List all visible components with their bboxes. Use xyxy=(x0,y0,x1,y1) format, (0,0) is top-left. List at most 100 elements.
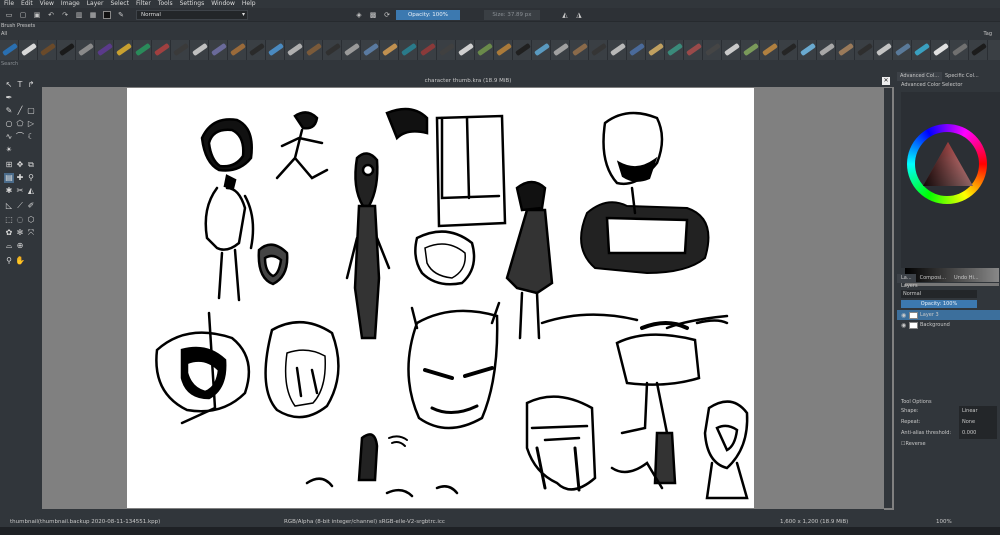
eraser-mode-icon[interactable]: ◈ xyxy=(354,10,364,20)
brush-preset[interactable] xyxy=(893,40,912,60)
brush-preset[interactable] xyxy=(950,40,969,60)
brush-preset[interactable] xyxy=(494,40,513,60)
assistant-tool-icon[interactable]: ◺ xyxy=(4,201,14,211)
ellipse-tool-icon[interactable]: ○ xyxy=(4,119,14,129)
redo-icon[interactable]: ↷ xyxy=(60,10,70,20)
zoom-tool-icon[interactable]: ⚲ xyxy=(4,256,14,266)
brush-settings-icon[interactable]: ✎ xyxy=(116,10,126,20)
undo-icon[interactable]: ↶ xyxy=(46,10,56,20)
transform-tool-icon[interactable]: ⧉ xyxy=(26,160,36,170)
repeat-select[interactable]: None xyxy=(959,417,997,428)
tab-advanced-color[interactable]: Advanced Col... xyxy=(897,72,942,81)
brush-preset[interactable] xyxy=(380,40,399,60)
layer-row[interactable]: ◉ Layer 3 xyxy=(897,310,1000,320)
pan-tool-icon[interactable]: ✋ xyxy=(15,256,25,266)
brush-preset[interactable] xyxy=(627,40,646,60)
brush-preset[interactable] xyxy=(741,40,760,60)
edit-shapes-icon[interactable]: ↱ xyxy=(26,80,36,90)
tab-layers[interactable]: La... xyxy=(897,274,916,283)
brush-preset[interactable] xyxy=(475,40,494,60)
antialias-input[interactable]: 0.000 xyxy=(959,428,997,439)
menu-image[interactable]: Image xyxy=(61,0,80,8)
brush-preset[interactable] xyxy=(532,40,551,60)
line-tool-icon[interactable]: ╱ xyxy=(15,106,25,116)
brush-preset[interactable] xyxy=(19,40,38,60)
similar-select-icon[interactable]: ⤧ xyxy=(26,228,36,238)
brush-preset[interactable] xyxy=(95,40,114,60)
brush-preset[interactable] xyxy=(817,40,836,60)
color-picker-icon[interactable]: ✚ xyxy=(15,173,25,183)
gradient-icon[interactable]: ▥ xyxy=(74,10,84,20)
close-document-icon[interactable]: ✕ xyxy=(882,77,890,85)
menu-filter[interactable]: Filter xyxy=(136,0,151,8)
open-document-icon[interactable]: ▢ xyxy=(18,10,28,20)
menu-edit[interactable]: Edit xyxy=(21,0,33,8)
layer-row[interactable]: ◉ Background xyxy=(897,320,1000,330)
brush-preset[interactable] xyxy=(114,40,133,60)
brush-preset[interactable] xyxy=(684,40,703,60)
size-slider[interactable]: Size: 37.89 px xyxy=(484,9,540,20)
brush-preset[interactable] xyxy=(570,40,589,60)
dynamic-brush-icon[interactable]: ☾ xyxy=(26,132,36,142)
calligraphy-icon[interactable]: ✒ xyxy=(4,93,14,103)
brush-preset[interactable] xyxy=(133,40,152,60)
brush-search-input[interactable]: Search xyxy=(1,61,18,67)
polygon-tool-icon[interactable]: ⬠ xyxy=(15,119,25,129)
brush-preset[interactable] xyxy=(399,40,418,60)
rect-select-icon[interactable]: ⬚ xyxy=(4,215,14,225)
brush-preset[interactable] xyxy=(152,40,171,60)
brush-preset[interactable] xyxy=(190,40,209,60)
rectangle-tool-icon[interactable]: ▢ xyxy=(26,106,36,116)
brush-preset[interactable] xyxy=(247,40,266,60)
menu-layer[interactable]: Layer xyxy=(87,0,104,8)
brush-preset[interactable] xyxy=(646,40,665,60)
visibility-eye-icon[interactable]: ◉ xyxy=(901,322,907,329)
reload-preset-icon[interactable]: ⟳ xyxy=(382,10,392,20)
layer-opacity-slider[interactable]: Opacity: 100% xyxy=(901,300,977,308)
fill-tool-icon[interactable]: ◭ xyxy=(26,186,36,196)
brush-preset[interactable] xyxy=(931,40,950,60)
save-icon[interactable]: ▣ xyxy=(32,10,42,20)
freehand-path-icon[interactable]: ⌒ xyxy=(15,132,25,142)
tab-specific-color[interactable]: Specific Col... xyxy=(942,72,982,81)
brush-preset[interactable] xyxy=(418,40,437,60)
multibrush-icon[interactable]: ✴ xyxy=(4,145,14,155)
brush-preset[interactable] xyxy=(76,40,95,60)
document-tab[interactable]: character thumb.kra (18.9 MiB) ✕ xyxy=(42,76,894,87)
freehand-select-icon[interactable]: ✿ xyxy=(4,228,14,238)
freehand-brush-icon[interactable]: ✎ xyxy=(4,106,14,116)
brush-preset[interactable] xyxy=(969,40,988,60)
brush-preset[interactable] xyxy=(551,40,570,60)
brush-preset[interactable] xyxy=(437,40,456,60)
visibility-eye-icon[interactable]: ◉ xyxy=(901,312,907,319)
text-tool-icon[interactable]: T xyxy=(15,80,25,90)
brush-preset[interactable] xyxy=(38,40,57,60)
polyline-tool-icon[interactable]: ▷ xyxy=(26,119,36,129)
brush-preset[interactable] xyxy=(285,40,304,60)
gradient-tool-icon[interactable]: ▤ xyxy=(4,173,14,183)
brush-preset[interactable] xyxy=(171,40,190,60)
bezier-select-icon[interactable]: ⌓ xyxy=(4,241,14,251)
new-document-icon[interactable]: ▭ xyxy=(4,10,14,20)
hue-wheel[interactable] xyxy=(907,124,987,204)
menu-select[interactable]: Select xyxy=(110,0,129,8)
brush-preset[interactable] xyxy=(57,40,76,60)
brush-preset[interactable] xyxy=(665,40,684,60)
menu-tools[interactable]: Tools xyxy=(158,0,173,8)
magnetic-select-icon[interactable]: ⊕ xyxy=(15,241,25,251)
brush-presets-tag-button[interactable]: Tag xyxy=(984,31,992,37)
horizontal-scrollbar[interactable] xyxy=(42,509,884,515)
smart-patch-icon[interactable]: ✂ xyxy=(15,186,25,196)
brush-preset[interactable] xyxy=(513,40,532,60)
vertical-scrollbar[interactable] xyxy=(884,88,892,508)
crop-tool-icon[interactable]: ⊞ xyxy=(4,160,14,170)
bezier-tool-icon[interactable]: ∿ xyxy=(4,132,14,142)
reference-tool-icon[interactable]: ✐ xyxy=(26,201,36,211)
mirror-vertical-icon[interactable]: ◮ xyxy=(574,10,584,20)
status-zoom[interactable]: 100% xyxy=(936,517,952,527)
blend-mode-select[interactable]: Normal xyxy=(136,9,248,20)
brush-preset[interactable] xyxy=(361,40,380,60)
ellipse-select-icon[interactable]: ◌ xyxy=(15,215,25,225)
menu-window[interactable]: Window xyxy=(211,0,235,8)
menu-settings[interactable]: Settings xyxy=(180,0,205,8)
